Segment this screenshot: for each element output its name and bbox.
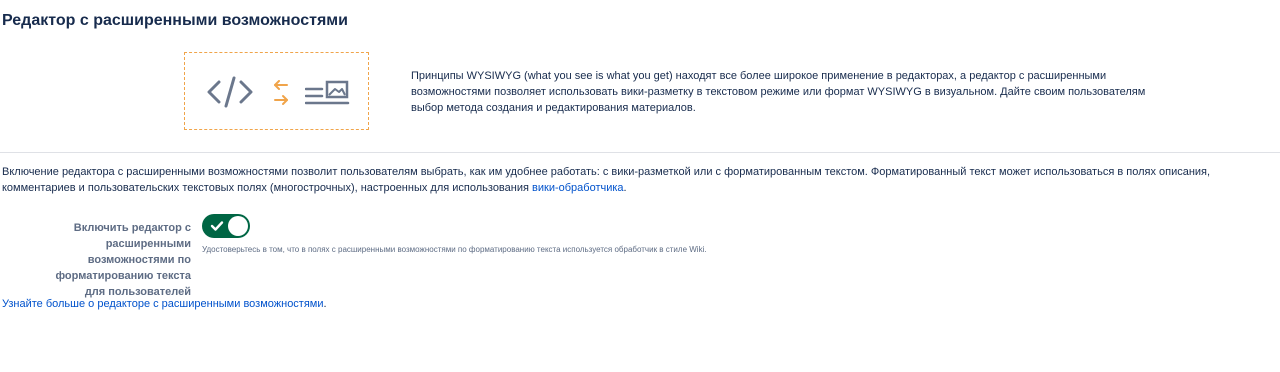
intro-text: Принципы WYSIWYG (what you see is what y… [411, 70, 1146, 114]
rich-editor-setting-hint: Удостоверьтесь в том, что в полях с расш… [202, 245, 707, 254]
swap-arrows-icon [274, 80, 288, 105]
learn-more-suffix: . [323, 298, 327, 310]
toggle-knob [228, 216, 248, 236]
editor-illustration [184, 52, 369, 130]
description-text: Включение редактора с расширенными возмо… [2, 164, 1272, 196]
learn-more-link[interactable]: Узнайте больше о редакторе с расширенным… [2, 298, 324, 310]
description-suffix: . [623, 182, 627, 194]
check-icon [210, 221, 224, 231]
section-divider [0, 152, 1280, 153]
code-brackets-icon [207, 76, 253, 108]
rich-editor-toggle[interactable] [202, 214, 250, 238]
wiki-renderer-link[interactable]: вики-обработчика [532, 182, 624, 194]
rich-editor-setting-label: Включить редактор с расширенными возможн… [55, 222, 191, 298]
page: Редактор с расширенными возможностями Пр… [0, 0, 1280, 372]
page-title: Редактор с расширенными возможностями [2, 12, 348, 29]
document-image-icon [305, 80, 350, 105]
learn-more: Узнайте больше о редакторе с расширенным… [2, 296, 327, 312]
